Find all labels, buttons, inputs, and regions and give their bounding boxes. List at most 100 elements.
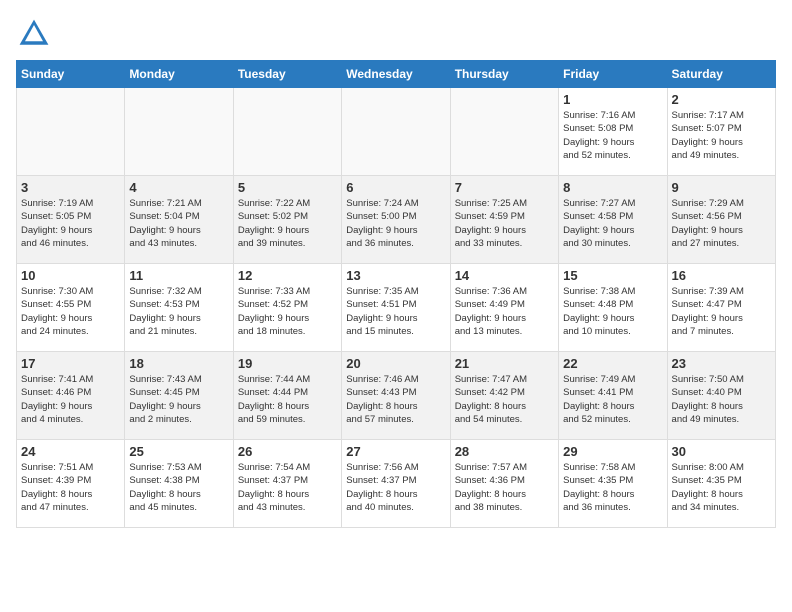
calendar-cell: 11Sunrise: 7:32 AM Sunset: 4:53 PM Dayli… bbox=[125, 264, 233, 352]
calendar-cell: 23 Sunrise: 7:50 AM Sunset: 4:40 PM Dayli… bbox=[667, 352, 775, 440]
calendar-cell: 27 Sunrise: 7:56 AM Sunset: 4:37 PM Dayli… bbox=[342, 440, 450, 528]
day-number: 1 bbox=[563, 92, 662, 107]
day-info: Sunrise: 7:47 AM Sunset: 4:42 PM Dayligh… bbox=[455, 373, 554, 426]
calendar-cell: 30 Sunrise: 8:00 AM Sunset: 4:35 PM Dayli… bbox=[667, 440, 775, 528]
day-info: Sunrise: 7:44 AM Sunset: 4:44 PM Dayligh… bbox=[238, 373, 337, 426]
day-number: 14 bbox=[455, 268, 554, 283]
day-number: 10 bbox=[21, 268, 120, 283]
day-number: 26 bbox=[238, 444, 337, 459]
day-info: Sunrise: 7:30 AM Sunset: 4:55 PM Dayligh… bbox=[21, 285, 120, 338]
header-day-monday: Monday bbox=[125, 61, 233, 88]
calendar-cell bbox=[125, 88, 233, 176]
page-header bbox=[16, 16, 776, 52]
calendar-body: 1 Sunrise: 7:16 AM Sunset: 5:08 PM Daylig… bbox=[17, 88, 776, 528]
day-number: 19 bbox=[238, 356, 337, 371]
day-number: 28 bbox=[455, 444, 554, 459]
header-day-thursday: Thursday bbox=[450, 61, 558, 88]
calendar-cell: 16Sunrise: 7:39 AM Sunset: 4:47 PM Dayli… bbox=[667, 264, 775, 352]
day-info: Sunrise: 7:24 AM Sunset: 5:00 PM Dayligh… bbox=[346, 197, 445, 250]
calendar-cell: 20Sunrise: 7:46 AM Sunset: 4:43 PM Dayli… bbox=[342, 352, 450, 440]
day-info: Sunrise: 7:27 AM Sunset: 4:58 PM Dayligh… bbox=[563, 197, 662, 250]
day-info: Sunrise: 7:35 AM Sunset: 4:51 PM Dayligh… bbox=[346, 285, 445, 338]
calendar-cell: 4 Sunrise: 7:21 AM Sunset: 5:04 PM Daylig… bbox=[125, 176, 233, 264]
calendar-cell: 6 Sunrise: 7:24 AM Sunset: 5:00 PM Daylig… bbox=[342, 176, 450, 264]
day-number: 29 bbox=[563, 444, 662, 459]
day-number: 6 bbox=[346, 180, 445, 195]
day-number: 15 bbox=[563, 268, 662, 283]
day-number: 12 bbox=[238, 268, 337, 283]
calendar-cell: 26 Sunrise: 7:54 AM Sunset: 4:37 PM Dayli… bbox=[233, 440, 341, 528]
day-info: Sunrise: 7:51 AM Sunset: 4:39 PM Dayligh… bbox=[21, 461, 120, 514]
day-info: Sunrise: 7:17 AM Sunset: 5:07 PM Dayligh… bbox=[672, 109, 771, 162]
day-number: 8 bbox=[563, 180, 662, 195]
day-info: Sunrise: 7:53 AM Sunset: 4:38 PM Dayligh… bbox=[129, 461, 228, 514]
calendar-cell: 3 Sunrise: 7:19 AM Sunset: 5:05 PM Daylig… bbox=[17, 176, 125, 264]
day-number: 25 bbox=[129, 444, 228, 459]
day-info: Sunrise: 7:16 AM Sunset: 5:08 PM Dayligh… bbox=[563, 109, 662, 162]
calendar-cell: 19 Sunrise: 7:44 AM Sunset: 4:44 PM Dayli… bbox=[233, 352, 341, 440]
day-info: Sunrise: 7:49 AM Sunset: 4:41 PM Dayligh… bbox=[563, 373, 662, 426]
calendar-cell: 12 Sunrise: 7:33 AM Sunset: 4:52 PM Dayli… bbox=[233, 264, 341, 352]
calendar-cell: 18 Sunrise: 7:43 AM Sunset: 4:45 PM Dayli… bbox=[125, 352, 233, 440]
calendar-cell: 25 Sunrise: 7:53 AM Sunset: 4:38 PM Dayli… bbox=[125, 440, 233, 528]
day-number: 30 bbox=[672, 444, 771, 459]
header-day-saturday: Saturday bbox=[667, 61, 775, 88]
day-number: 16 bbox=[672, 268, 771, 283]
day-info: Sunrise: 7:36 AM Sunset: 4:49 PM Dayligh… bbox=[455, 285, 554, 338]
day-info: Sunrise: 7:56 AM Sunset: 4:37 PM Dayligh… bbox=[346, 461, 445, 514]
header-day-wednesday: Wednesday bbox=[342, 61, 450, 88]
calendar-cell: 10 Sunrise: 7:30 AM Sunset: 4:55 PM Dayli… bbox=[17, 264, 125, 352]
calendar-cell bbox=[17, 88, 125, 176]
header-row: SundayMondayTuesdayWednesdayThursdayFrid… bbox=[17, 61, 776, 88]
calendar-cell: 8 Sunrise: 7:27 AM Sunset: 4:58 PM Daylig… bbox=[559, 176, 667, 264]
logo bbox=[16, 16, 56, 52]
calendar-cell: 28Sunrise: 7:57 AM Sunset: 4:36 PM Dayli… bbox=[450, 440, 558, 528]
calendar-week-3: 10 Sunrise: 7:30 AM Sunset: 4:55 PM Dayli… bbox=[17, 264, 776, 352]
day-number: 13 bbox=[346, 268, 445, 283]
calendar-week-2: 3 Sunrise: 7:19 AM Sunset: 5:05 PM Daylig… bbox=[17, 176, 776, 264]
day-number: 5 bbox=[238, 180, 337, 195]
day-number: 4 bbox=[129, 180, 228, 195]
day-info: Sunrise: 7:46 AM Sunset: 4:43 PM Dayligh… bbox=[346, 373, 445, 426]
day-info: Sunrise: 7:19 AM Sunset: 5:05 PM Dayligh… bbox=[21, 197, 120, 250]
day-number: 24 bbox=[21, 444, 120, 459]
day-number: 18 bbox=[129, 356, 228, 371]
calendar-cell bbox=[233, 88, 341, 176]
calendar-table: SundayMondayTuesdayWednesdayThursdayFrid… bbox=[16, 60, 776, 528]
day-info: Sunrise: 8:00 AM Sunset: 4:35 PM Dayligh… bbox=[672, 461, 771, 514]
day-number: 9 bbox=[672, 180, 771, 195]
day-info: Sunrise: 7:25 AM Sunset: 4:59 PM Dayligh… bbox=[455, 197, 554, 250]
day-info: Sunrise: 7:41 AM Sunset: 4:46 PM Dayligh… bbox=[21, 373, 120, 426]
header-day-sunday: Sunday bbox=[17, 61, 125, 88]
calendar-cell: 2Sunrise: 7:17 AM Sunset: 5:07 PM Daylig… bbox=[667, 88, 775, 176]
calendar-cell: 15 Sunrise: 7:38 AM Sunset: 4:48 PM Dayli… bbox=[559, 264, 667, 352]
day-number: 11 bbox=[129, 268, 228, 283]
day-info: Sunrise: 7:50 AM Sunset: 4:40 PM Dayligh… bbox=[672, 373, 771, 426]
day-number: 17 bbox=[21, 356, 120, 371]
calendar-cell: 29 Sunrise: 7:58 AM Sunset: 4:35 PM Dayli… bbox=[559, 440, 667, 528]
day-number: 23 bbox=[672, 356, 771, 371]
day-number: 27 bbox=[346, 444, 445, 459]
day-number: 7 bbox=[455, 180, 554, 195]
day-info: Sunrise: 7:21 AM Sunset: 5:04 PM Dayligh… bbox=[129, 197, 228, 250]
day-number: 21 bbox=[455, 356, 554, 371]
day-info: Sunrise: 7:54 AM Sunset: 4:37 PM Dayligh… bbox=[238, 461, 337, 514]
day-info: Sunrise: 7:33 AM Sunset: 4:52 PM Dayligh… bbox=[238, 285, 337, 338]
calendar-cell: 1 Sunrise: 7:16 AM Sunset: 5:08 PM Daylig… bbox=[559, 88, 667, 176]
calendar-week-1: 1 Sunrise: 7:16 AM Sunset: 5:08 PM Daylig… bbox=[17, 88, 776, 176]
calendar-cell bbox=[450, 88, 558, 176]
calendar-header: SundayMondayTuesdayWednesdayThursdayFrid… bbox=[17, 61, 776, 88]
calendar-cell bbox=[342, 88, 450, 176]
header-day-tuesday: Tuesday bbox=[233, 61, 341, 88]
calendar-cell: 21 Sunrise: 7:47 AM Sunset: 4:42 PM Dayli… bbox=[450, 352, 558, 440]
day-info: Sunrise: 7:43 AM Sunset: 4:45 PM Dayligh… bbox=[129, 373, 228, 426]
calendar-cell: 13 Sunrise: 7:35 AM Sunset: 4:51 PM Dayli… bbox=[342, 264, 450, 352]
day-info: Sunrise: 7:38 AM Sunset: 4:48 PM Dayligh… bbox=[563, 285, 662, 338]
calendar-cell: 22Sunrise: 7:49 AM Sunset: 4:41 PM Dayli… bbox=[559, 352, 667, 440]
calendar-cell: 9Sunrise: 7:29 AM Sunset: 4:56 PM Daylig… bbox=[667, 176, 775, 264]
calendar-cell: 14 Sunrise: 7:36 AM Sunset: 4:49 PM Dayli… bbox=[450, 264, 558, 352]
day-info: Sunrise: 7:58 AM Sunset: 4:35 PM Dayligh… bbox=[563, 461, 662, 514]
calendar-cell: 5Sunrise: 7:22 AM Sunset: 5:02 PM Daylig… bbox=[233, 176, 341, 264]
logo-icon bbox=[16, 16, 52, 52]
day-number: 3 bbox=[21, 180, 120, 195]
